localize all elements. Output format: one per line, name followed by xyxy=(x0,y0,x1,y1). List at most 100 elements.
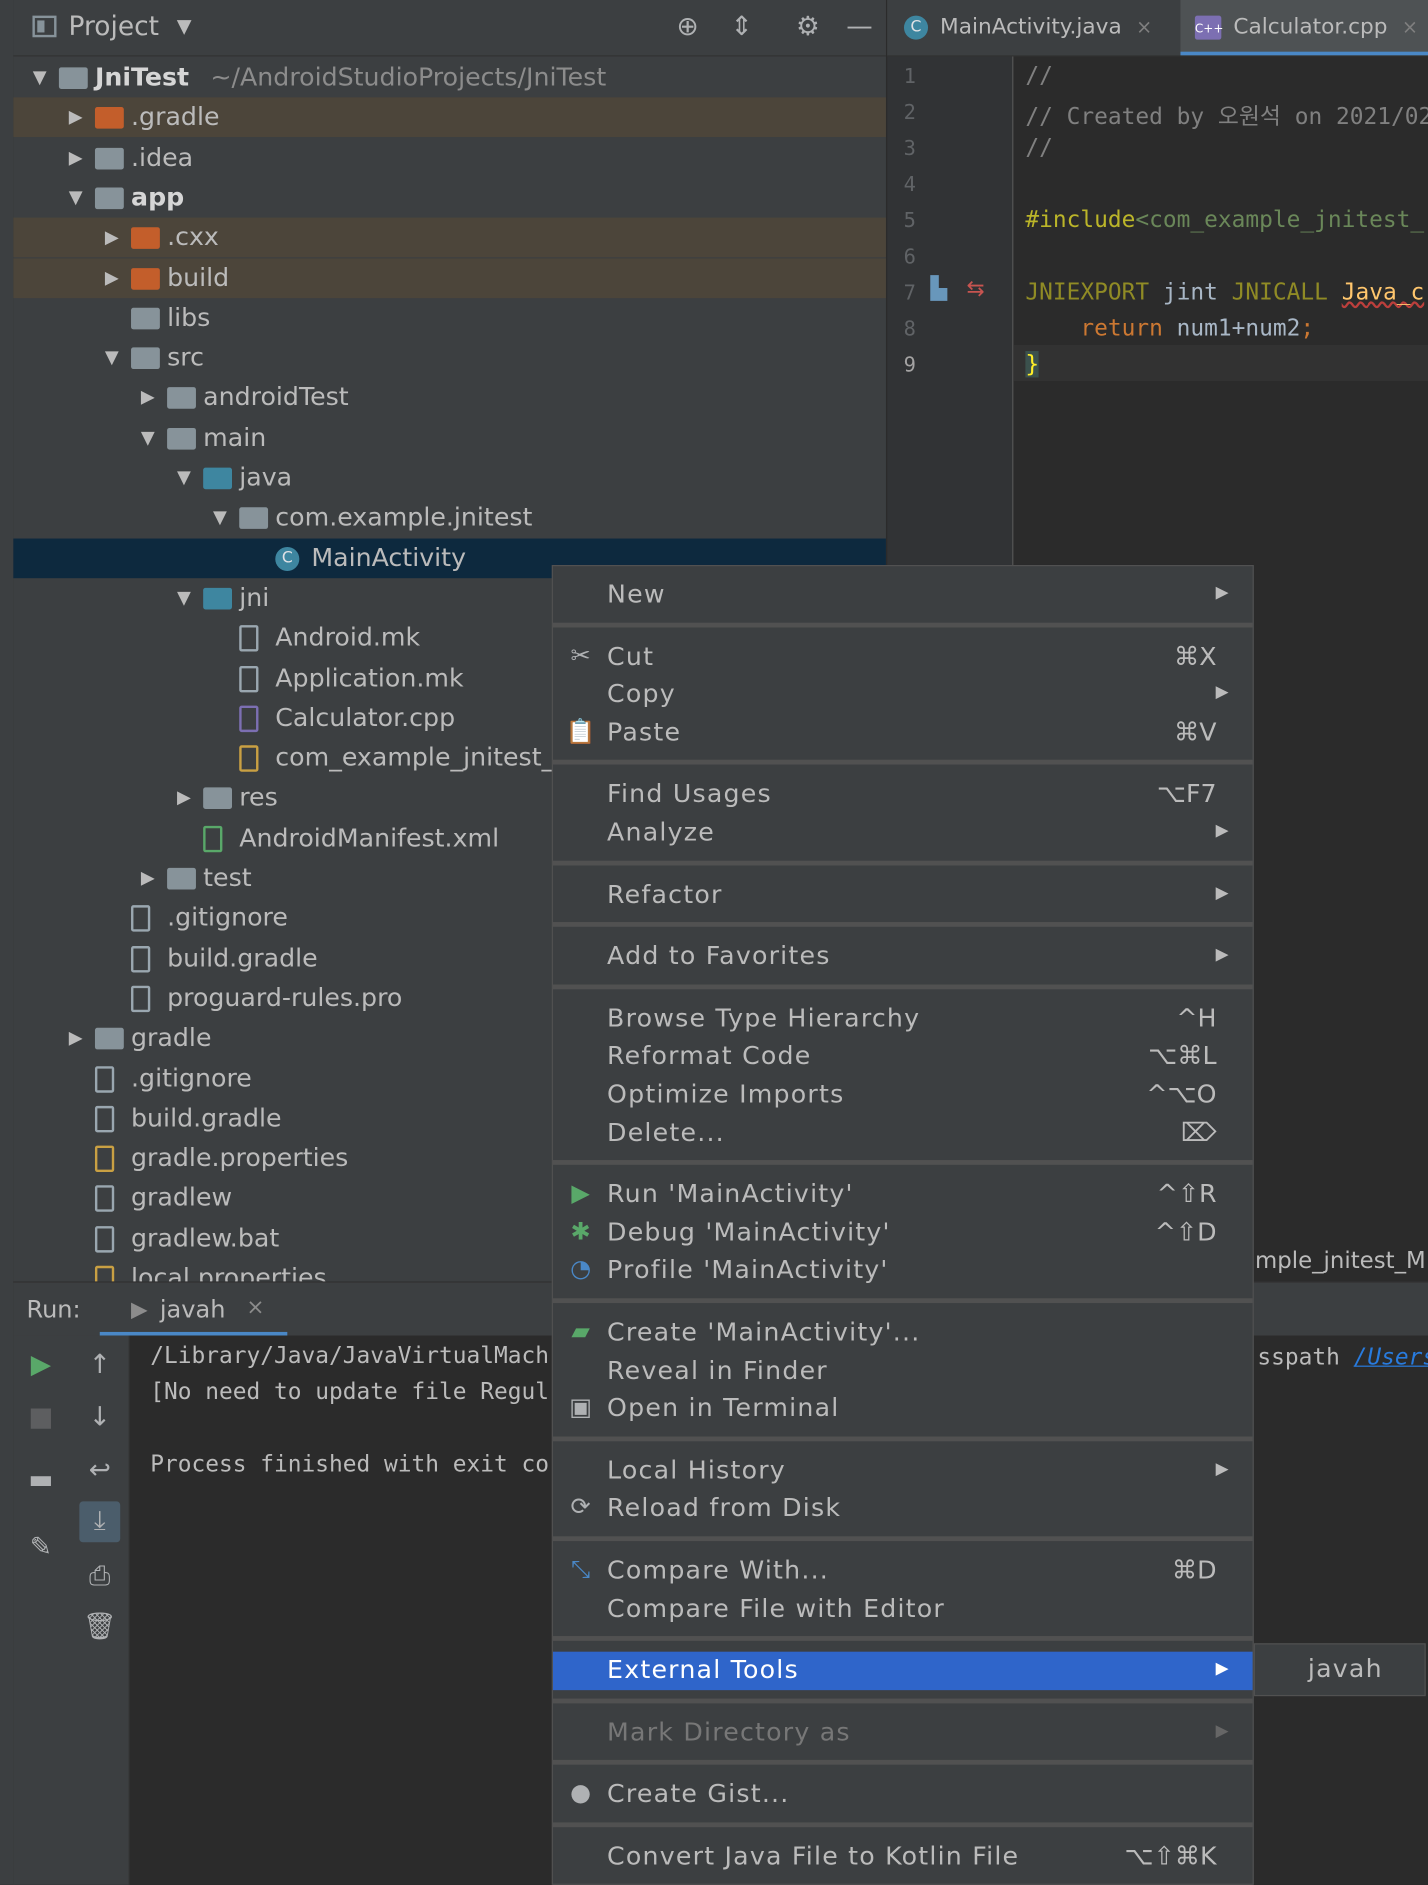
menu-item-shortcut: ⌦ xyxy=(1180,1117,1217,1147)
menu-item-delete[interactable]: Delete... ⌦ xyxy=(553,1114,1253,1152)
tree-item-main[interactable]: ▼ main xyxy=(13,418,886,458)
menu-item-refactor[interactable]: Refactor ▶ xyxy=(553,876,1253,914)
expanded-arrow-icon[interactable]: ▼ xyxy=(138,418,157,458)
tree-item-gradle[interactable]: ▶ .gradle xyxy=(13,97,886,138)
menu-item-compare-file-with-editor[interactable]: Compare File with Editor xyxy=(553,1590,1253,1628)
tree-item-jnitest[interactable]: ▼ JniTest ~/AndroidStudioProjects/JniTest xyxy=(13,58,886,98)
menu-item-open-in-terminal[interactable]: ▣ Open in Terminal xyxy=(553,1390,1253,1428)
arrow-up-icon[interactable]: ↑ xyxy=(82,1350,118,1380)
chevron-down-icon[interactable]: ▼ xyxy=(177,14,192,37)
compare-icon: ⤡ xyxy=(570,1554,591,1584)
menu-item-analyze[interactable]: Analyze ▶ xyxy=(553,814,1253,852)
menu-item-copy[interactable]: Copy ▶ xyxy=(553,676,1253,714)
collapsed-arrow-icon[interactable]: ▶ xyxy=(66,98,85,138)
expanded-arrow-icon[interactable]: ▼ xyxy=(174,578,193,618)
menu-item-local-history[interactable]: Local History ▶ xyxy=(553,1452,1253,1490)
tree-item-idea[interactable]: ▶ .idea xyxy=(13,138,886,178)
hide-panel-icon[interactable]: — xyxy=(841,12,877,42)
expanded-arrow-icon[interactable]: ▼ xyxy=(174,458,193,498)
submenu-item-javah[interactable]: javah xyxy=(1308,1654,1383,1683)
menu-item-convert-java-file-to-kotlin-file[interactable]: Convert Java File to Kotlin File ⌥⇧⌘K xyxy=(553,1838,1253,1876)
soft-wrap-icon[interactable]: ↩ xyxy=(82,1456,118,1486)
code-line: // xyxy=(1025,63,1053,89)
menu-item-label: Compare File with Editor xyxy=(607,1593,946,1623)
collapse-all-icon[interactable]: ⇕ xyxy=(724,12,760,42)
restore-layout-icon[interactable]: ▬ xyxy=(23,1465,59,1495)
jni-navigate-icon[interactable]: ▙ xyxy=(930,276,947,301)
tree-item-app[interactable]: ▼ app xyxy=(13,178,886,218)
menu-item-external-tools[interactable]: External Tools ▶ xyxy=(552,1651,1253,1691)
menu-item-find-usages[interactable]: Find Usages ⌥F7 xyxy=(553,776,1253,814)
menu-item-create-gist[interactable]: ● Create Gist... xyxy=(553,1776,1253,1814)
close-icon[interactable]: × xyxy=(1402,16,1418,39)
close-icon[interactable]: × xyxy=(1136,16,1152,39)
gear-icon[interactable]: ⚙ xyxy=(790,12,826,42)
menu-item-paste[interactable]: 📋 Paste ⌘V xyxy=(553,714,1253,752)
tree-item-label: res xyxy=(239,783,278,812)
stop-icon[interactable]: ■ xyxy=(23,1403,59,1433)
arrow-down-icon[interactable]: ↓ xyxy=(82,1403,118,1433)
expanded-arrow-icon[interactable]: ▼ xyxy=(102,338,121,378)
tree-item-label: .idea xyxy=(131,142,194,172)
tab-mainactivity-java[interactable]: C MainActivity.java × xyxy=(903,0,1185,55)
run-tab-label: javah xyxy=(159,1294,226,1324)
tab-calculator-cpp[interactable]: C++ Calculator.cpp × xyxy=(1180,0,1428,56)
tree-item-label: MainActivity xyxy=(311,542,467,572)
switch-source-icon[interactable]: ⇆ xyxy=(966,276,984,301)
menu-item-browse-type-hierarchy[interactable]: Browse Type Hierarchy ^H xyxy=(553,1000,1253,1038)
expanded-arrow-icon[interactable]: ▼ xyxy=(210,498,229,538)
menu-item-compare-with[interactable]: ⤡ Compare With... ⌘D xyxy=(553,1552,1253,1590)
code-line: #include<com_example_jnitest_ xyxy=(1025,207,1424,233)
menu-item-debug-mainactivity[interactable]: ✱ Debug 'MainActivity' ^⇧D xyxy=(553,1214,1253,1252)
locate-file-icon[interactable]: ⊕ xyxy=(670,12,706,42)
tree-item-java[interactable]: ▼ java xyxy=(13,458,886,498)
menu-item-shortcut: ⌥⇧⌘K xyxy=(1124,1841,1217,1871)
trash-icon[interactable]: 🗑 xyxy=(82,1612,118,1642)
console-path-link[interactable]: /Users xyxy=(1354,1344,1428,1370)
tree-item-cxx[interactable]: ▶ .cxx xyxy=(13,217,886,258)
tree-item-androidtest[interactable]: ▶ androidTest xyxy=(13,378,886,418)
menu-separator xyxy=(552,922,1253,928)
menu-item-profile-mainactivity[interactable]: ◔ Profile 'MainActivity' xyxy=(553,1252,1253,1290)
collapsed-arrow-icon[interactable]: ▶ xyxy=(138,858,157,898)
code-token: // xyxy=(1025,134,1053,162)
expanded-arrow-icon[interactable]: ▼ xyxy=(66,178,85,218)
collapsed-arrow-icon[interactable]: ▶ xyxy=(66,138,85,178)
menu-item-mark-directory-as: Mark Directory as ▶ xyxy=(553,1714,1253,1752)
tree-item-label: proguard-rules.pro xyxy=(167,983,403,1013)
tree-item-build[interactable]: ▶ build xyxy=(13,257,886,298)
scroll-to-end-icon[interactable]: ⤓ xyxy=(79,1501,121,1543)
menu-separator xyxy=(552,1298,1253,1304)
collapsed-arrow-icon[interactable]: ▶ xyxy=(102,258,121,298)
print-icon[interactable]: ⎙ xyxy=(82,1562,118,1592)
menu-item-optimize-imports[interactable]: Optimize Imports ^⌥O xyxy=(553,1076,1253,1114)
menu-item-create-mainactivity[interactable]: ▰ Create 'MainActivity'... xyxy=(553,1314,1253,1352)
menu-item-add-to-favorites[interactable]: Add to Favorites ▶ xyxy=(553,938,1253,976)
menu-item-reload-from-disk[interactable]: ⟳ Reload from Disk xyxy=(553,1490,1253,1528)
menu-item-new[interactable]: New ▶ xyxy=(553,576,1253,614)
pin-icon[interactable]: ✎ xyxy=(23,1533,59,1563)
code-token: jint xyxy=(1149,278,1232,306)
run-panel-label: Run: xyxy=(26,1294,81,1324)
expanded-arrow-icon[interactable]: ▼ xyxy=(30,58,49,98)
menu-item-label: Debug 'MainActivity' xyxy=(607,1217,891,1247)
tree-item-com-example-jnitest[interactable]: ▼ com.example.jnitest xyxy=(13,498,886,538)
menu-item-cut[interactable]: ✂ Cut ⌘X xyxy=(553,638,1253,676)
collapsed-arrow-icon[interactable]: ▶ xyxy=(66,1018,85,1058)
tree-item-libs[interactable]: libs xyxy=(13,298,886,338)
collapsed-arrow-icon[interactable]: ▶ xyxy=(102,218,121,258)
menu-item-run-mainactivity[interactable]: ▶ Run 'MainActivity' ^⇧R xyxy=(553,1176,1253,1214)
close-icon[interactable]: × xyxy=(246,1295,264,1320)
menu-item-label: Reload from Disk xyxy=(607,1493,842,1523)
project-view-title[interactable]: Project xyxy=(69,12,159,42)
run-tab-javah[interactable]: ▶ javah × xyxy=(99,1283,288,1336)
rerun-icon[interactable]: ▶ xyxy=(23,1350,59,1380)
android-icon: ▰ xyxy=(571,1316,590,1346)
collapsed-arrow-icon[interactable]: ▶ xyxy=(174,778,193,818)
current-line-highlight xyxy=(1013,345,1428,382)
tree-item-src[interactable]: ▼ src xyxy=(13,338,886,378)
menu-item-reveal-in-finder[interactable]: Reveal in Finder xyxy=(553,1352,1253,1390)
menu-item-reformat-code[interactable]: Reformat Code ⌥⌘L xyxy=(553,1038,1253,1076)
collapsed-arrow-icon[interactable]: ▶ xyxy=(138,378,157,418)
